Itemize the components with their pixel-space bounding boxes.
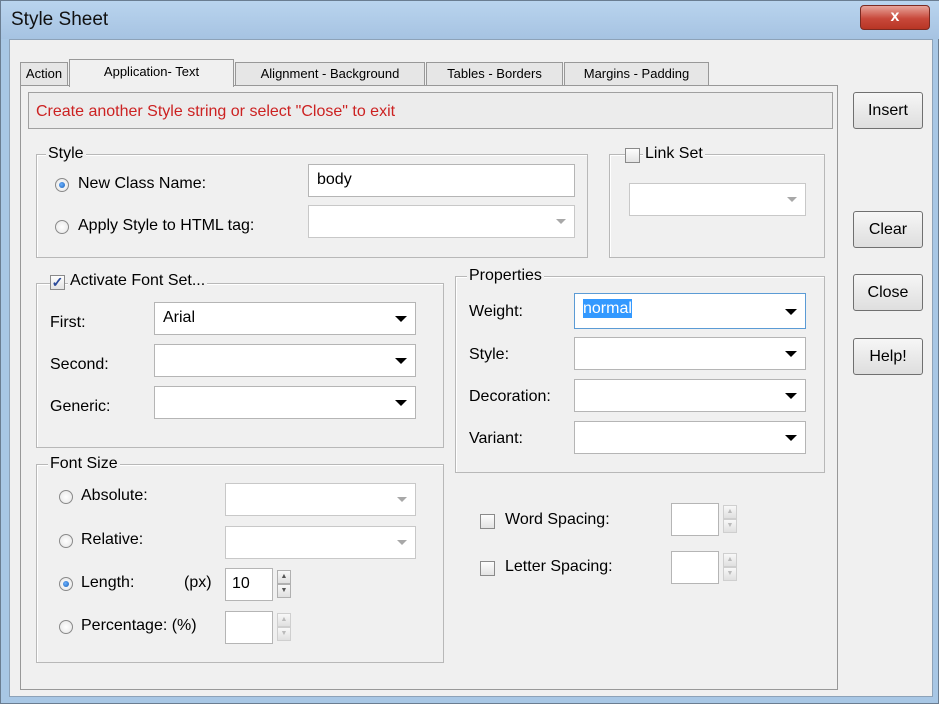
length-input[interactable]: 10	[225, 568, 273, 601]
word-spacing-label: Word Spacing:	[505, 511, 610, 528]
style-select[interactable]	[574, 337, 806, 370]
tab-margins-padding[interactable]: Margins - Padding	[564, 62, 709, 85]
letter-spacing-spinner[interactable]: ▲ ▼	[723, 553, 737, 581]
chevron-down-icon	[556, 219, 566, 224]
first-font-select[interactable]: Arial	[154, 302, 416, 335]
length-spinner[interactable]: ▲ ▼	[277, 570, 291, 598]
chevron-down-icon	[785, 351, 797, 357]
percentage-label: Percentage: (%)	[81, 617, 197, 634]
chevron-down-icon	[395, 316, 407, 322]
properties-legend: Properties	[467, 267, 544, 285]
second-font-label: Second:	[50, 356, 109, 373]
html-tag-select[interactable]	[308, 205, 575, 238]
window-title: Style Sheet	[11, 9, 109, 30]
length-label: Length:	[81, 574, 135, 591]
variant-select[interactable]	[574, 421, 806, 454]
close-window-button[interactable]: x	[860, 5, 930, 30]
first-font-value: Arial	[163, 309, 196, 326]
chevron-down-icon	[785, 309, 797, 315]
close-icon: x	[890, 8, 900, 25]
relative-size-select[interactable]	[225, 526, 416, 559]
link-set-checkbox[interactable]	[625, 148, 640, 163]
relative-label: Relative:	[81, 531, 144, 548]
link-set-select[interactable]	[629, 183, 806, 216]
spin-down-icon[interactable]: ▼	[277, 627, 291, 641]
percentage-input[interactable]	[225, 611, 273, 644]
absolute-label: Absolute:	[81, 487, 148, 504]
spin-up-icon[interactable]: ▲	[277, 570, 291, 584]
activate-font-set-label: Activate Font Set...	[68, 272, 208, 290]
tab-tables-borders[interactable]: Tables - Borders	[426, 62, 563, 85]
letter-spacing-label: Letter Spacing:	[505, 558, 613, 575]
spin-down-icon[interactable]: ▼	[277, 584, 291, 598]
spin-down-icon[interactable]: ▼	[723, 567, 737, 581]
chevron-down-icon	[785, 435, 797, 441]
link-set-label: Link Set	[643, 145, 705, 163]
tab-application-text[interactable]: Application- Text	[69, 59, 234, 87]
new-class-label: New Class Name:	[78, 175, 207, 192]
length-radio[interactable]	[59, 577, 73, 591]
percentage-spinner[interactable]: ▲ ▼	[277, 613, 291, 641]
second-font-select[interactable]	[154, 344, 416, 377]
letter-spacing-checkbox[interactable]	[480, 561, 495, 576]
close-button[interactable]: Close	[853, 274, 923, 311]
tab-action[interactable]: Action	[20, 62, 68, 85]
decoration-label: Decoration:	[469, 388, 551, 405]
word-spacing-spinner[interactable]: ▲ ▼	[723, 505, 737, 533]
word-spacing-checkbox[interactable]	[480, 514, 495, 529]
status-message: Create another Style string or select "C…	[36, 103, 396, 120]
generic-font-select[interactable]	[154, 386, 416, 419]
chevron-down-icon	[787, 197, 797, 202]
new-class-radio[interactable]	[55, 178, 69, 192]
apply-tag-label: Apply Style to HTML tag:	[78, 217, 255, 234]
decoration-select[interactable]	[574, 379, 806, 412]
word-spacing-input[interactable]	[671, 503, 719, 536]
activate-font-set-checkbox[interactable]: ✓	[50, 275, 65, 290]
chevron-down-icon	[395, 400, 407, 406]
font-size-legend: Font Size	[48, 455, 120, 473]
spin-up-icon[interactable]: ▲	[723, 553, 737, 567]
insert-button[interactable]: Insert	[853, 92, 923, 129]
absolute-size-select[interactable]	[225, 483, 416, 516]
chevron-down-icon	[397, 540, 407, 545]
letter-spacing-input[interactable]	[671, 551, 719, 584]
weight-label: Weight:	[469, 303, 523, 320]
spin-up-icon[interactable]: ▲	[723, 505, 737, 519]
percentage-radio[interactable]	[59, 620, 73, 634]
chevron-down-icon	[785, 393, 797, 399]
absolute-radio[interactable]	[59, 490, 73, 504]
variant-label: Variant:	[469, 430, 523, 447]
style-group-legend: Style	[46, 145, 86, 163]
clear-button[interactable]: Clear	[853, 211, 923, 248]
chevron-down-icon	[395, 358, 407, 364]
title-bar[interactable]: Style Sheet x	[1, 1, 939, 39]
weight-value: normal	[583, 299, 632, 318]
help-button[interactable]: Help!	[853, 338, 923, 375]
generic-font-label: Generic:	[50, 398, 111, 415]
spin-down-icon[interactable]: ▼	[723, 519, 737, 533]
first-font-label: First:	[50, 314, 86, 331]
chevron-down-icon	[397, 497, 407, 502]
weight-select[interactable]: normal	[574, 293, 806, 329]
spin-up-icon[interactable]: ▲	[277, 613, 291, 627]
relative-radio[interactable]	[59, 534, 73, 548]
style-label: Style:	[469, 346, 510, 363]
new-class-name-input[interactable]: body	[308, 164, 575, 197]
tab-alignment-background[interactable]: Alignment - Background	[235, 62, 425, 85]
apply-tag-radio[interactable]	[55, 220, 69, 234]
length-unit-label: (px)	[184, 574, 212, 591]
